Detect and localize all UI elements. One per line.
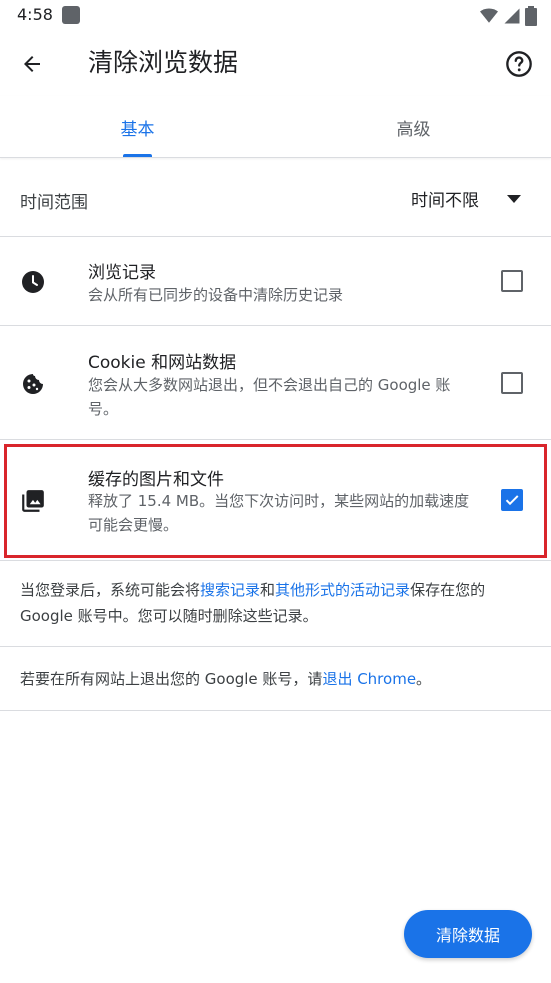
check-icon [505, 495, 519, 506]
info-text: 和 [260, 581, 276, 599]
notification-app-icon [62, 6, 80, 24]
dropdown-arrow-icon [507, 194, 521, 203]
other-activity-link[interactable]: 其他形式的活动记录 [275, 581, 410, 599]
time-range-row: 时间范围 时间不限 [0, 160, 551, 237]
info-text: 当您登录后，系统可能会将 [20, 581, 201, 599]
image-stack-icon [20, 488, 46, 514]
option-description: 您会从大多数网站退出，但不会退出自己的 Google 账号。 [88, 376, 451, 418]
help-icon [506, 51, 532, 77]
cookies-checkbox[interactable] [501, 372, 523, 394]
option-cookies[interactable]: Cookie 和网站数据 您会从大多数网站退出，但不会退出自己的 Google … [0, 326, 551, 440]
back-button[interactable] [14, 46, 50, 82]
info-text: 。 [416, 670, 432, 688]
search-history-link[interactable]: 搜索记录 [200, 581, 260, 599]
status-icons [479, 6, 537, 26]
divider [0, 710, 551, 711]
tab-indicator [123, 154, 152, 157]
status-bar: 4:58 [0, 0, 551, 32]
option-description: 释放了 15.4 MB。当您下次访问时，某些网站的加载速度可能会更慢。 [88, 492, 470, 534]
option-title: 浏览记录 [88, 263, 156, 283]
tab-bar: 基本 高级 [0, 96, 551, 158]
time-range-dropdown[interactable]: 时间不限 [411, 186, 521, 211]
account-activity-info: 当您登录后，系统可能会将搜索记录和其他形式的活动记录保存在您的 Google 账… [20, 577, 535, 629]
divider [0, 646, 551, 647]
cookie-icon [20, 371, 46, 397]
signal-icon [504, 8, 520, 24]
option-browsing-history[interactable]: 浏览记录 会从所有已同步的设备中清除历史记录 [0, 237, 551, 326]
page-title: 清除浏览数据 [88, 48, 239, 77]
wifi-icon [480, 8, 498, 23]
time-range-label: 时间范围 [20, 193, 88, 213]
option-description: 会从所有已同步的设备中清除历史记录 [88, 286, 344, 304]
sign-out-info: 若要在所有网站上退出您的 Google 账号，请退出 Chrome。 [20, 666, 535, 692]
clear-data-button[interactable]: 清除数据 [404, 910, 532, 958]
arrow-back-icon [24, 56, 40, 72]
cached-files-checkbox[interactable] [501, 489, 523, 511]
tab-advanced[interactable]: 高级 [276, 96, 551, 158]
option-title: Cookie 和网站数据 [88, 353, 237, 373]
status-time: 4:58 [17, 5, 53, 24]
help-button[interactable] [501, 46, 537, 82]
browsing-history-checkbox[interactable] [501, 270, 523, 292]
time-range-value: 时间不限 [411, 191, 479, 211]
sign-out-chrome-link[interactable]: 退出 Chrome [322, 670, 416, 688]
option-title: 缓存的图片和文件 [88, 470, 224, 490]
battery-icon [525, 6, 537, 26]
tab-basic[interactable]: 基本 [0, 96, 275, 158]
app-bar: 清除浏览数据 [0, 32, 551, 96]
info-text: 若要在所有网站上退出您的 Google 账号，请 [20, 670, 323, 688]
clock-icon [20, 269, 46, 295]
option-cached-files[interactable]: 缓存的图片和文件 释放了 15.4 MB。当您下次访问时，某些网站的加载速度可能… [0, 440, 551, 561]
